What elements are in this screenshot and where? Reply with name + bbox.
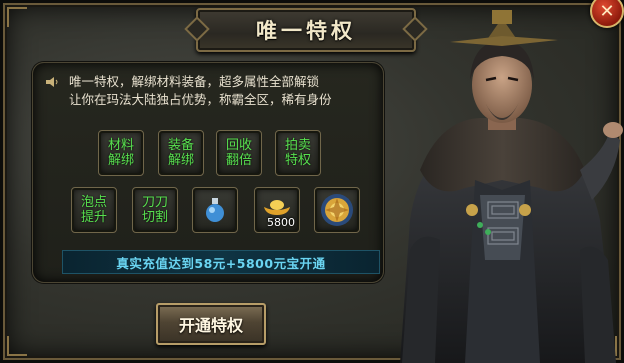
activate-privilege-button[interactable]: 开通特权: [156, 303, 266, 345]
privilege-label: 装备 解绑: [167, 138, 194, 168]
gold-ingot-icon: [264, 200, 290, 215]
requirement-banner: 真实充值达到58元+5800元宝开通: [62, 250, 380, 274]
description-line-1: 唯一特权，解绑材料装备，超多属性全部解锁: [69, 74, 320, 89]
frame-corner: [7, 7, 27, 27]
description: 唯一特权，解绑材料装备，超多属性全部解锁 让你在玛法大陆独占优势，称霸全区，稀有…: [69, 73, 379, 109]
privilege-tile-material-unbind[interactable]: 材料 解绑: [98, 130, 144, 176]
privilege-tile-cutting[interactable]: 刀刀 切割: [132, 187, 178, 233]
gold-medal-icon: [321, 194, 353, 226]
privilege-label: 材料 解绑: [107, 138, 134, 168]
privilege-label: 回收 翻倍: [225, 138, 252, 168]
ingot-count: 5800: [267, 216, 295, 229]
speaker-icon: [46, 77, 58, 87]
privilege-label: 刀刀 切割: [141, 195, 168, 225]
item-slot-potion[interactable]: [192, 187, 238, 233]
window-title: 唯一特权: [256, 19, 356, 43]
blue-potion-icon: [206, 198, 224, 222]
privilege-label: 拍卖 特权: [284, 138, 311, 168]
frame-corner: [7, 336, 27, 356]
item-slot-medal[interactable]: [314, 187, 360, 233]
item-slot-ingot[interactable]: 5800: [254, 187, 300, 233]
privilege-tile-equipment-unbind[interactable]: 装备 解绑: [158, 130, 204, 176]
privilege-tile-idle-boost[interactable]: 泡点 提升: [71, 187, 117, 233]
description-line-2: 让你在玛法大陆独占优势，称霸全区，稀有身份: [69, 92, 332, 107]
privilege-tile-auction[interactable]: 拍卖 特权: [275, 130, 321, 176]
privilege-label: 泡点 提升: [80, 195, 107, 225]
emperor-portrait: [400, 10, 623, 363]
privilege-tile-recycle-double[interactable]: 回收 翻倍: [216, 130, 262, 176]
